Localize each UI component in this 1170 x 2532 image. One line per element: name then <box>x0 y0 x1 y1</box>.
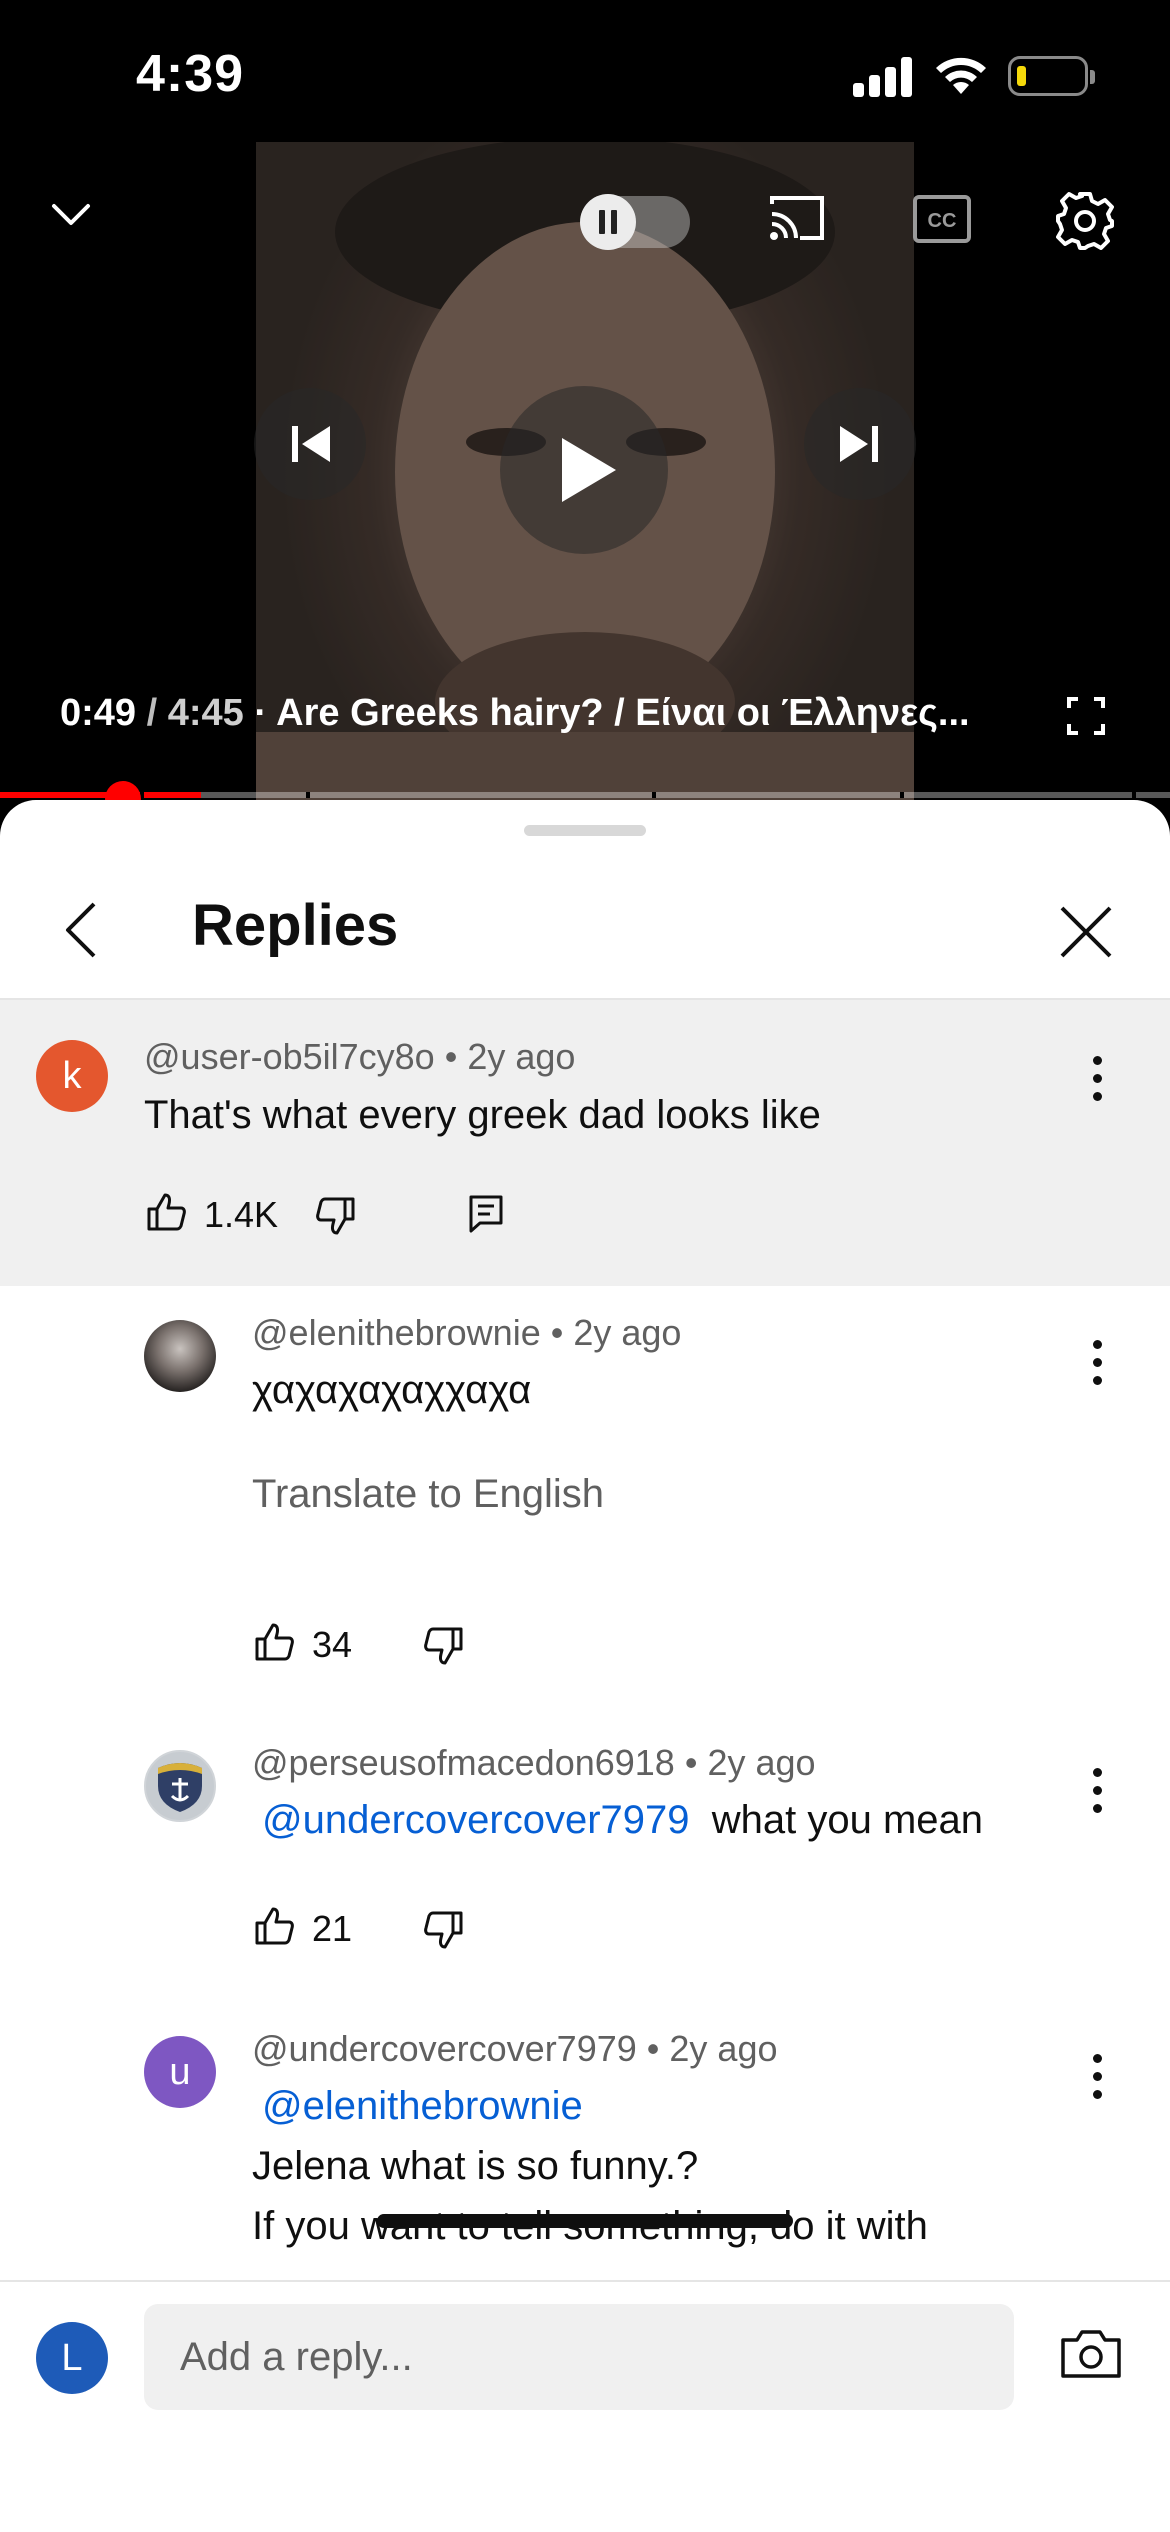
translate-link[interactable]: Translate to English <box>252 1472 604 1517</box>
reply-icon[interactable] <box>468 1194 504 1234</box>
status-bar: 4:39 <box>0 0 1170 140</box>
fullscreen-icon[interactable] <box>1066 696 1106 736</box>
next-button[interactable] <box>804 388 916 500</box>
home-indicator[interactable] <box>377 2214 793 2228</box>
wifi-icon <box>936 57 986 94</box>
reply-age: • 2y ago <box>646 2028 778 2069</box>
reply-age: • 2y ago <box>684 1742 816 1783</box>
more-options-icon[interactable] <box>1093 1056 1103 1110</box>
reply-author[interactable]: @undercovercover7979 <box>252 2028 637 2069</box>
avatar[interactable] <box>144 1750 216 1822</box>
status-time: 4:39 <box>136 45 245 103</box>
more-options-icon[interactable] <box>1093 1768 1103 1822</box>
mention-link: @elenithebrownie <box>262 2084 583 2128</box>
reply-meta: @perseusofmacedon6918 • 2y ago <box>252 1742 816 1784</box>
next-icon <box>840 426 878 462</box>
back-arrow-icon[interactable] <box>62 900 102 960</box>
camera-icon[interactable] <box>1060 2328 1122 2380</box>
progress-played <box>0 792 201 798</box>
user-avatar[interactable]: L <box>36 2322 108 2394</box>
autoplay-toggle[interactable] <box>580 194 690 250</box>
video-title[interactable]: · Are Greeks hairy? / Είναι οι Έλληνες..… <box>254 692 969 734</box>
dislike-icon[interactable] <box>314 1196 356 1236</box>
cast-icon[interactable] <box>766 192 828 244</box>
sheet-title: Replies <box>192 893 399 958</box>
reply-text-content: what you mean <box>711 1798 984 1842</box>
comment-age: • 2y ago <box>444 1036 576 1077</box>
reply-text: @undercovercover7979 what you mean <box>262 1790 983 1850</box>
time-separator: / <box>146 692 158 734</box>
reply-meta: @elenithebrownie • 2y ago <box>252 1312 681 1354</box>
close-icon[interactable] <box>1058 904 1114 960</box>
video-player[interactable]: CC 0:49 / 4:45 · Are Greeks hairy? / Είν… <box>0 140 1170 800</box>
reply-age: • 2y ago <box>550 1312 682 1353</box>
shield-emblem-icon <box>158 1763 202 1812</box>
like-icon[interactable] <box>254 1622 296 1662</box>
like-icon[interactable] <box>254 1906 296 1946</box>
avatar[interactable]: u <box>144 2036 216 2108</box>
like-count: 21 <box>312 1908 353 1949</box>
previous-icon <box>292 426 330 462</box>
avatar[interactable] <box>144 1320 216 1392</box>
sheet-grabber[interactable] <box>524 825 646 836</box>
duration: 4:45 <box>167 692 244 734</box>
time-and-title: 0:49 / 4:45 · Are Greeks hairy? / Είναι … <box>60 692 970 735</box>
cellular-signal-icon <box>853 57 913 97</box>
avatar[interactable]: k <box>36 1040 108 1112</box>
current-time: 0:49 <box>60 692 137 734</box>
sheet-header: Replies <box>0 860 1170 1000</box>
reply-meta: @undercovercover7979 • 2y ago <box>252 2028 778 2070</box>
battery-icon <box>1008 56 1095 96</box>
parent-comment: k @user-ob5il7cy8o • 2y ago That's what … <box>0 1000 1170 1286</box>
like-icon[interactable] <box>146 1192 188 1232</box>
settings-icon[interactable] <box>1054 190 1116 252</box>
svg-text:CC: CC <box>928 210 957 232</box>
reply-author[interactable]: @perseusofmacedon6918 <box>252 1742 675 1783</box>
comment-author[interactable]: @user-ob5il7cy8o <box>144 1036 435 1077</box>
autoplay-toggle-icon <box>580 194 636 250</box>
reply-input[interactable] <box>144 2304 1014 2410</box>
comment-text: That's what every greek dad looks like <box>144 1093 821 1137</box>
dislike-icon[interactable] <box>422 1626 464 1666</box>
chevron-down-icon[interactable] <box>50 200 92 230</box>
play-icon <box>562 438 616 502</box>
reply-composer: L <box>0 2280 1170 2532</box>
mention-link[interactable]: @undercovercover7979 <box>262 1798 690 1842</box>
captions-icon[interactable]: CC <box>912 194 972 244</box>
reply-text-line: Jelena what is so funny.? <box>252 2144 699 2188</box>
play-button[interactable] <box>500 386 668 554</box>
dislike-icon[interactable] <box>422 1910 464 1950</box>
like-count: 34 <box>312 1624 353 1665</box>
previous-button[interactable] <box>254 388 366 500</box>
comment-meta: @user-ob5il7cy8o • 2y ago <box>144 1036 575 1078</box>
reply-author[interactable]: @elenithebrownie <box>252 1312 541 1353</box>
reply-text: χαχαχαχαχχαχα <box>252 1368 532 1412</box>
replies-sheet: Replies k @user-ob5il7cy8o • 2y ago That… <box>0 800 1170 2532</box>
like-count: 1.4K <box>204 1194 279 1235</box>
more-options-icon[interactable] <box>1093 2054 1103 2108</box>
more-options-icon[interactable] <box>1093 1340 1103 1394</box>
